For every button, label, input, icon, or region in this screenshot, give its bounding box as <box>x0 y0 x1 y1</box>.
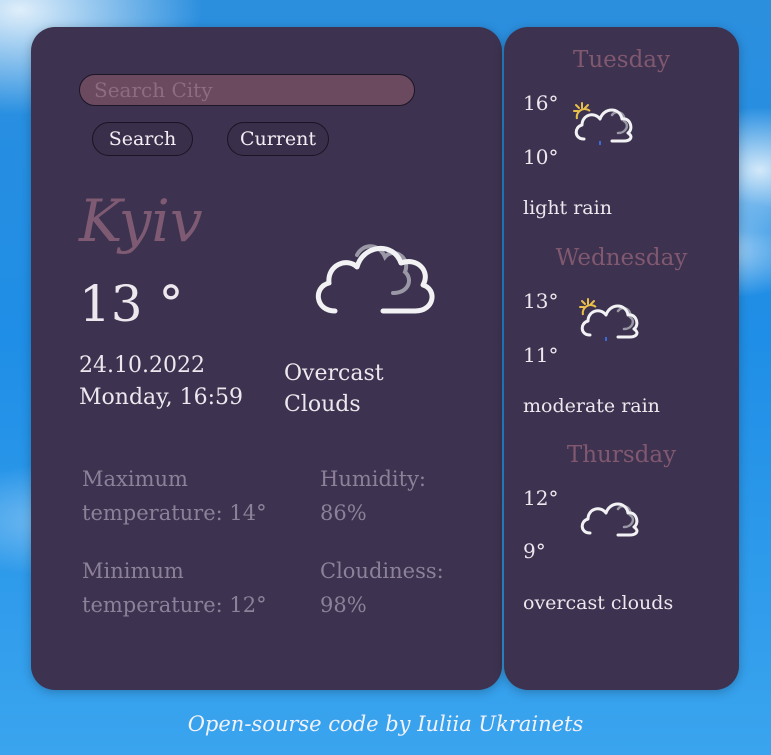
forecast-description: moderate rain <box>523 395 660 417</box>
cloudiness-stat: Cloudiness: 98% <box>320 554 480 622</box>
min-temperature-value: temperature: 12° <box>82 593 267 617</box>
forecast-high-temp: 16° <box>523 91 559 115</box>
sun-rain-cloud-icon <box>579 298 639 341</box>
forecast-day-name: Thursday <box>566 442 677 468</box>
overcast-clouds-icon <box>580 502 639 537</box>
overcast-clouds-icon <box>316 244 435 314</box>
cloudiness-value: 98% <box>320 593 367 617</box>
max-temperature-value: temperature: 14° <box>82 501 267 525</box>
forecast-low-temp: 9° <box>523 539 546 563</box>
max-temperature-stat: Maximum temperature: 14° <box>82 462 282 530</box>
min-temperature-stat: Minimum temperature: 12° <box>82 554 282 622</box>
max-temperature-label: Maximum <box>82 467 188 491</box>
current-date: 24.10.2022 <box>79 353 205 378</box>
weather-description: Overcast Clouds <box>284 358 434 420</box>
forecast-description: overcast clouds <box>523 592 674 614</box>
forecast-high-temp: 12° <box>523 486 559 510</box>
search-button[interactable]: Search <box>92 122 193 156</box>
forecast-day-name: Wednesday <box>555 245 688 271</box>
current-temperature: 13 ° <box>79 275 184 333</box>
current-location-button[interactable]: Current <box>227 122 329 156</box>
forecast-low-temp: 10° <box>523 145 559 169</box>
humidity-label: Humidity: <box>320 467 427 491</box>
current-day-time: Monday, 16:59 <box>79 385 244 410</box>
cloudiness-label: Cloudiness: <box>320 559 444 583</box>
forecast-low-temp: 11° <box>523 343 559 367</box>
weather-description-line2: Clouds <box>284 392 361 417</box>
current-weather-card: Search Current Kyiv 13 ° 24.10.2022 Mond… <box>31 27 502 690</box>
city-name: Kyiv <box>79 187 203 255</box>
humidity-stat: Humidity: 86% <box>320 462 480 530</box>
footer-credit: Open-sourse code by Iuliia Ukrainets <box>187 712 584 736</box>
weather-description-line1: Overcast <box>284 361 384 386</box>
min-temperature-label: Minimum <box>82 559 184 583</box>
forecast-day-name: Tuesday <box>573 47 670 73</box>
humidity-value: 86% <box>320 501 367 525</box>
sun-rain-cloud-icon <box>573 102 633 145</box>
forecast-high-temp: 13° <box>523 289 559 313</box>
forecast-description: light rain <box>523 197 612 219</box>
search-city-input[interactable] <box>79 74 415 106</box>
forecast-card: Tuesday 16° 10° light rain Wednesday 13°… <box>504 27 739 690</box>
